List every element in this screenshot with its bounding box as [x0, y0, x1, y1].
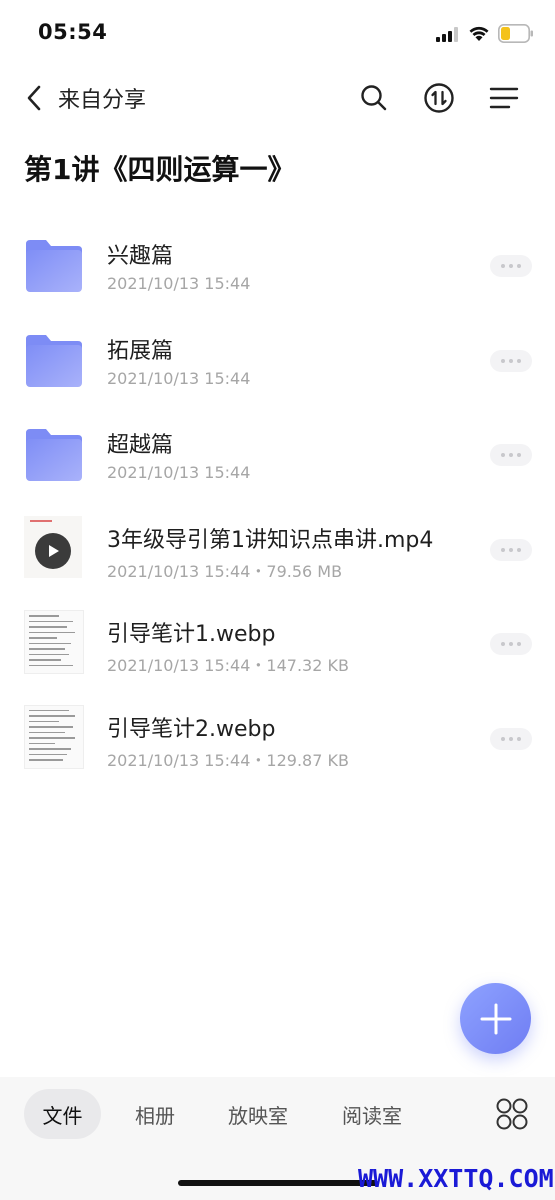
tab-files[interactable]: 文件	[24, 1089, 101, 1139]
plus-icon	[480, 1003, 511, 1034]
more-button[interactable]	[490, 538, 532, 561]
chevron-left-icon	[27, 85, 41, 111]
folder-icon	[26, 429, 82, 481]
battery-icon	[498, 24, 533, 43]
list-item[interactable]: 超越篇 2021/10/13 15:44	[0, 407, 555, 502]
search-icon	[361, 85, 387, 111]
tab-theater[interactable]: 放映室	[218, 1089, 298, 1139]
menu-icon	[489, 87, 519, 109]
video-thumbnail	[24, 515, 82, 578]
list-item[interactable]: 拓展篇 2021/10/13 15:44	[0, 313, 555, 408]
status-time: 05:54	[38, 20, 108, 44]
more-button[interactable]	[490, 633, 532, 655]
folder-icon	[26, 240, 82, 292]
item-name: 3年级导引第1讲知识点串讲.mp4	[107, 527, 434, 553]
menu-button[interactable]	[486, 80, 522, 116]
image-thumbnail	[24, 704, 84, 769]
list-item[interactable]: 引导笔计1.webp 2021/10/13 15:44・147.32 KB	[0, 596, 555, 691]
tab-album[interactable]: 相册	[124, 1089, 186, 1139]
transfer-icon	[424, 83, 454, 113]
item-name: 兴趣篇	[107, 244, 174, 269]
item-name: 拓展篇	[107, 338, 174, 364]
status-bar: 05:54	[0, 0, 555, 64]
more-button[interactable]	[490, 444, 532, 466]
more-button[interactable]	[490, 349, 532, 372]
screen: 05:54 来自分享 第1讲《四则运算一》 兴趣篇 2021/10/13 15:…	[0, 0, 555, 1200]
list-item[interactable]: 引导笔计2.webp 2021/10/13 15:44・129.87 KB	[0, 691, 555, 786]
item-name: 引导笔计2.webp	[107, 716, 276, 742]
wifi-icon	[469, 26, 489, 41]
item-meta: 2021/10/13 15:44	[107, 274, 251, 293]
back-label: 来自分享	[58, 88, 147, 113]
item-meta: 2021/10/13 15:44・129.87 KB	[107, 750, 349, 770]
home-indicator	[178, 1180, 378, 1186]
folder-icon	[26, 334, 82, 387]
image-thumbnail	[24, 610, 84, 674]
more-button[interactable]	[490, 727, 532, 750]
signal-icon	[436, 27, 458, 42]
item-name: 超越篇	[107, 433, 174, 458]
item-meta: 2021/10/13 15:44・147.32 KB	[107, 656, 349, 675]
page-title: 第1讲《四则运算一》	[24, 153, 296, 186]
item-meta: 2021/10/13 15:44・79.56 MB	[107, 561, 343, 581]
list-item[interactable]: 兴趣篇 2021/10/13 15:44	[0, 218, 555, 313]
nav-bar: 来自分享	[0, 70, 555, 126]
transfer-button[interactable]	[421, 80, 457, 116]
watermark-text: WWW.XXTTQ.COM	[358, 1164, 554, 1193]
play-icon	[35, 532, 71, 569]
item-meta: 2021/10/13 15:44	[107, 463, 251, 482]
back-button[interactable]: 来自分享	[24, 78, 146, 118]
file-list: 兴趣篇 2021/10/13 15:44 拓展篇 2021/10/13 15:4…	[0, 218, 555, 785]
item-name: 引导笔计1.webp	[107, 622, 276, 647]
tab-reading[interactable]: 阅读室	[332, 1089, 412, 1139]
more-button[interactable]	[490, 255, 532, 277]
list-item[interactable]: 3年级导引第1讲知识点串讲.mp4 2021/10/13 15:44・79.56…	[0, 502, 555, 597]
item-meta: 2021/10/13 15:44	[107, 368, 251, 388]
apps-icon[interactable]	[495, 1097, 529, 1131]
add-button[interactable]	[460, 983, 531, 1054]
search-button[interactable]	[356, 80, 392, 116]
